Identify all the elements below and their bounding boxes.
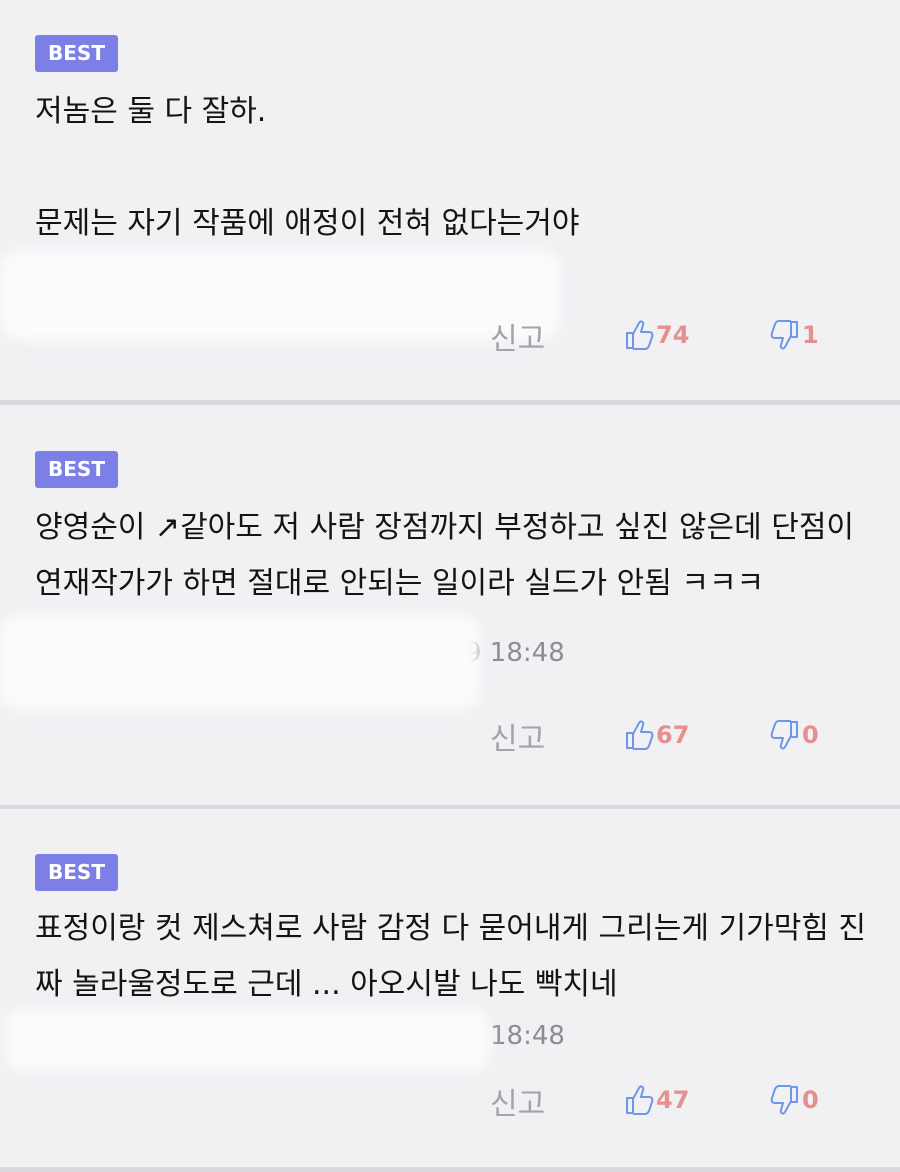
comment-actions: 신고 67 0 xyxy=(0,712,900,758)
dislike-count: 1 xyxy=(802,321,819,349)
redacted-meta xyxy=(0,615,480,710)
like-button[interactable]: 74 xyxy=(624,312,689,358)
like-button[interactable]: 47 xyxy=(624,1077,689,1123)
thumbs-up-icon xyxy=(624,1084,654,1116)
comment-text: 양영순이 ↗같아도 저 사람 장점까지 부정하고 싶진 않은데 단점이 연재작가… xyxy=(35,510,864,601)
like-count: 74 xyxy=(656,321,690,349)
divider xyxy=(0,1167,900,1172)
dislike-button[interactable]: 0 xyxy=(770,712,819,758)
like-button[interactable]: 67 xyxy=(624,712,689,758)
comment-actions: 신고 47 0 xyxy=(0,1077,900,1123)
comment-text: 저놈은 둘 다 잘하. 문제는 자기 작품에 애정이 전혀 없다는거야 xyxy=(35,94,580,241)
comment-timestamp: 18:48 xyxy=(490,1021,565,1051)
dislike-button[interactable]: 0 xyxy=(770,1077,819,1123)
thumbs-up-icon xyxy=(624,719,654,751)
like-count: 47 xyxy=(656,1086,690,1114)
redacted-meta xyxy=(5,1009,490,1071)
dislike-count: 0 xyxy=(802,721,819,749)
comment-item: BEST 표정이랑 컷 제스쳐로 사람 감정 다 묻어내게 그리는게 기가막힘 … xyxy=(0,809,900,1167)
best-badge: BEST xyxy=(35,35,118,72)
comment-text: 표정이랑 컷 제스쳐로 사람 감정 다 묻어내게 그리는게 기가막힘 진짜 놀라… xyxy=(35,911,867,1002)
thumbs-down-icon xyxy=(770,1084,800,1116)
best-badge: BEST xyxy=(35,854,118,891)
comment-item: BEST 저놈은 둘 다 잘하. 문제는 자기 작품에 애정이 전혀 없다는거야… xyxy=(0,0,900,400)
report-button[interactable]: 신고 xyxy=(490,1079,545,1123)
best-badge: BEST xyxy=(35,451,118,488)
thumbs-down-icon xyxy=(770,319,800,351)
dislike-count: 0 xyxy=(802,1086,819,1114)
dislike-button[interactable]: 1 xyxy=(770,312,819,358)
thumbs-up-icon xyxy=(624,319,654,351)
comment-item: BEST 양영순이 ↗같아도 저 사람 장점까지 부정하고 싶진 않은데 단점이… xyxy=(0,405,900,805)
report-button[interactable]: 신고 xyxy=(490,314,545,358)
report-button[interactable]: 신고 xyxy=(490,714,545,758)
like-count: 67 xyxy=(656,721,690,749)
comment-actions: 신고 74 1 xyxy=(0,312,900,358)
thumbs-down-icon xyxy=(770,719,800,751)
